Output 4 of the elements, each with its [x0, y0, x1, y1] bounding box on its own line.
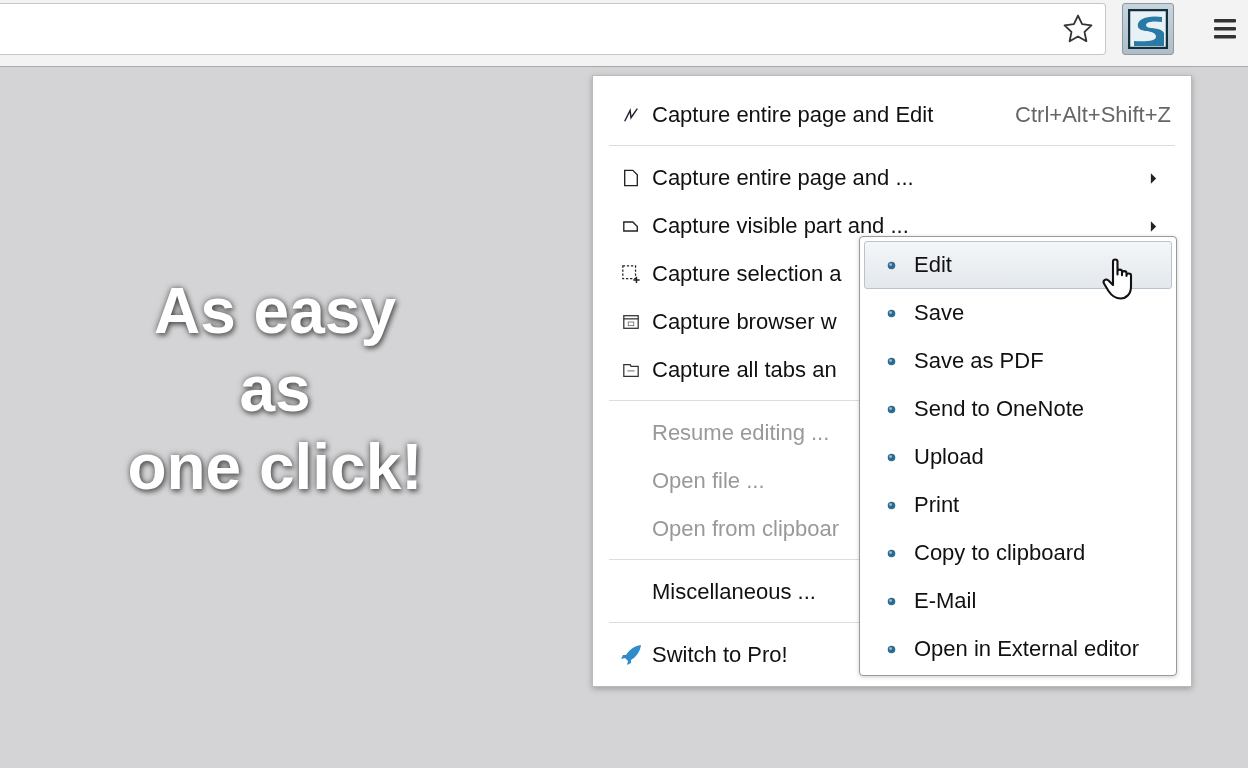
tagline-text: as — [239, 352, 311, 427]
tagline-text: As easy — [154, 274, 396, 349]
tagline-text: one click! — [127, 430, 423, 505]
shortcut-text: Ctrl+Alt+Shift+Z — [1015, 102, 1171, 128]
